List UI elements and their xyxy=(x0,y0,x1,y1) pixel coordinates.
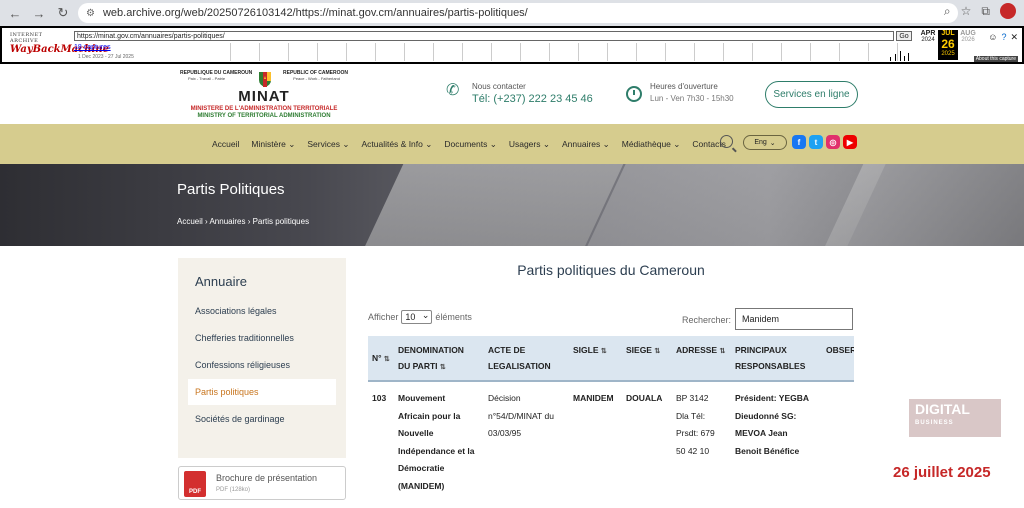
user-icon[interactable]: ☺ xyxy=(988,32,997,43)
sidebar-item-associations[interactable]: Associations légales xyxy=(195,306,277,316)
sidebar-heading: Annuaire xyxy=(195,274,248,289)
twitter-icon[interactable]: t xyxy=(809,135,823,149)
sidebar-item-societes[interactable]: Sociétés de gardinage xyxy=(195,414,285,424)
prev-month[interactable]: APR 2024 xyxy=(918,30,938,43)
nav-item-services[interactable]: Services ⌄ xyxy=(307,139,349,150)
hours-block: Heures d'ouverture Lun - Ven 7h30 - 15h3… xyxy=(626,82,734,103)
sort-icon: ⇅ xyxy=(439,364,446,371)
browser-toolbar: ← → ↻ ⚙ web.archive.org/web/202507261031… xyxy=(0,0,1024,26)
facebook-icon[interactable]: f xyxy=(792,135,806,149)
brochure-title: Brochure de présentation xyxy=(216,473,318,483)
address-bar[interactable]: ⚙ web.archive.org/web/20250726103142/htt… xyxy=(78,3,958,23)
breadcrumb[interactable]: Accueil › Annuaires › Partis politiques xyxy=(177,217,309,226)
page-length-control: Afficher 10 éléments xyxy=(368,309,472,324)
nav-item-accueil[interactable]: Accueil xyxy=(212,139,239,149)
col-num[interactable]: N° ⇅ xyxy=(372,350,390,368)
cell-sigle: MANIDEM xyxy=(573,393,614,403)
close-icon[interactable]: ✕ xyxy=(1010,32,1018,43)
main-nav: Accueil Ministère ⌄ Services ⌄ Actualité… xyxy=(0,124,1024,164)
captures-link[interactable]: 18 captures xyxy=(74,44,111,51)
wayback-url-input[interactable]: https://minat.gov.cm/annuaires/partis-po… xyxy=(74,31,894,41)
reload-icon[interactable]: ↻ xyxy=(52,2,74,24)
nav-item-annuaires[interactable]: Annuaires ⌄ xyxy=(562,139,610,150)
capture-sparkline[interactable] xyxy=(202,43,912,61)
col-sigle[interactable]: SIGLE ⇅ xyxy=(573,342,607,360)
wayback-toolbar: INTERNET ARCHIVE WayBackMachine https://… xyxy=(0,26,1024,64)
show-suffix: éléments xyxy=(435,312,472,322)
nav-item-ministere[interactable]: Ministère ⌄ xyxy=(251,139,295,150)
nav-item-mediatheque[interactable]: Médiathèque ⌄ xyxy=(622,139,681,150)
wayback-logo[interactable]: INTERNET ARCHIVE WayBackMachine xyxy=(10,32,109,60)
cell-adresse: BP 3142 Dla Tél: Prsdt: 679 50 42 10 xyxy=(676,393,715,456)
forward-arrow-icon[interactable]: → xyxy=(28,2,50,24)
nav-item-actualites[interactable]: Actualités & Info ⌄ xyxy=(361,139,432,150)
sidebar-item-chefferies[interactable]: Chefferies traditionnelles xyxy=(195,333,294,343)
date-stamp: 26 juillet 2025 xyxy=(893,464,991,481)
help-icon[interactable]: ? xyxy=(1001,32,1006,43)
sidebar: Annuaire Associations légales Chefferies… xyxy=(178,258,346,458)
sidebar-item-confessions[interactable]: Confessions réligieuses xyxy=(195,360,290,370)
digital-business-watermark: DIGITAL BUSINESS xyxy=(909,399,1001,437)
nav-item-usagers[interactable]: Usagers ⌄ xyxy=(509,139,550,150)
col-adresse[interactable]: ADRESSE ⇅ xyxy=(676,342,725,360)
site-info-icon[interactable]: ⚙ xyxy=(86,8,95,19)
youtube-icon[interactable]: ▶ xyxy=(843,135,857,149)
chevron-down-icon: ⌄ xyxy=(769,139,776,147)
contact-block[interactable]: ✆ Nous contacter Tél: (+237) 222 23 45 4… xyxy=(446,82,593,105)
bookmark-star-icon[interactable]: ☆ xyxy=(961,4,972,18)
search-label: Rechercher: xyxy=(682,315,732,325)
col-responsables[interactable]: PRINCIPAUX RESPONSABLES xyxy=(735,342,830,374)
cell-siege: DOUALA xyxy=(626,393,663,403)
parties-table: N° ⇅ DENOMINATION DU PARTI ⇅ ACTE DE LEG… xyxy=(368,336,854,508)
col-denomination[interactable]: DENOMINATION DU PARTI ⇅ xyxy=(398,342,478,376)
cell-responsables: Président: YEGBA Dieudonné SG: MEVOA Jea… xyxy=(735,393,810,456)
page-length-select[interactable]: 10 xyxy=(401,309,433,324)
sort-icon: ⇅ xyxy=(719,348,726,355)
zoom-icon[interactable]: ⌕ xyxy=(944,4,951,19)
back-arrow-icon[interactable]: ← xyxy=(4,2,26,24)
language-label: Eng xyxy=(754,139,767,146)
phone-icon: ✆ xyxy=(446,82,460,99)
clock-icon xyxy=(626,86,642,102)
sidebar-item-partis[interactable]: Partis politiques xyxy=(188,379,336,405)
address-text: web.archive.org/web/20250726103142/https… xyxy=(102,7,528,19)
page-hero: Partis Politiques Accueil › Annuaires › … xyxy=(0,164,1024,246)
site-header: REPUBLIQUE DU CAMEROUN Paix - Travail - … xyxy=(0,64,1024,124)
hero-paper-shape xyxy=(347,164,633,246)
services-online-button[interactable]: Services en ligne xyxy=(765,81,858,108)
capture-range: 1 Dec 2023 - 27 Jul 2025 xyxy=(78,54,134,60)
wayback-go-button[interactable]: Go xyxy=(896,31,912,41)
col-acte[interactable]: ACTE DE LEGALISATION xyxy=(488,342,563,374)
language-select[interactable]: Eng ⌄ xyxy=(743,135,787,150)
pdf-icon: PDF xyxy=(184,471,206,497)
page-title: Partis Politiques xyxy=(177,181,285,198)
brochure-download[interactable]: PDF Brochure de présentation PDF (128ko) xyxy=(178,466,346,500)
minat-logo[interactable]: REPUBLIQUE DU CAMEROUN Paix - Travail - … xyxy=(178,70,350,122)
coat-of-arms-icon xyxy=(259,72,271,87)
current-month: JUL 26 2025 xyxy=(938,30,958,60)
col-observations[interactable]: OBSER xyxy=(826,342,854,358)
sort-icon: ⇅ xyxy=(600,348,607,355)
profile-avatar[interactable] xyxy=(1000,3,1016,19)
sort-icon: ⇅ xyxy=(654,348,661,355)
col-siege[interactable]: SIEGE ⇅ xyxy=(626,342,660,360)
brochure-size: PDF (128ko) xyxy=(216,487,251,493)
instagram-icon[interactable]: ◎ xyxy=(826,135,840,149)
cell-acte: Décision n°54/D/MINAT du 03/03/95 xyxy=(488,393,554,438)
about-capture-link[interactable]: About this capture xyxy=(973,56,1018,62)
extensions-icon[interactable]: ⧉ xyxy=(981,4,990,19)
next-month[interactable]: AUG 2026 xyxy=(958,30,978,43)
nav-item-documents[interactable]: Documents ⌄ xyxy=(444,139,496,150)
sort-icon: ⇅ xyxy=(383,356,390,363)
search-icon[interactable] xyxy=(720,135,733,148)
table-header: N° ⇅ DENOMINATION DU PARTI ⇅ ACTE DE LEG… xyxy=(368,336,854,382)
show-prefix: Afficher xyxy=(368,312,399,322)
search-input[interactable]: Manidem xyxy=(735,308,853,330)
cell-num: 103 xyxy=(372,393,387,403)
section-title: Partis politiques du Cameroun xyxy=(517,262,705,278)
cell-denomination: Mouvement Africain pour la Nouvelle Indé… xyxy=(398,393,475,491)
